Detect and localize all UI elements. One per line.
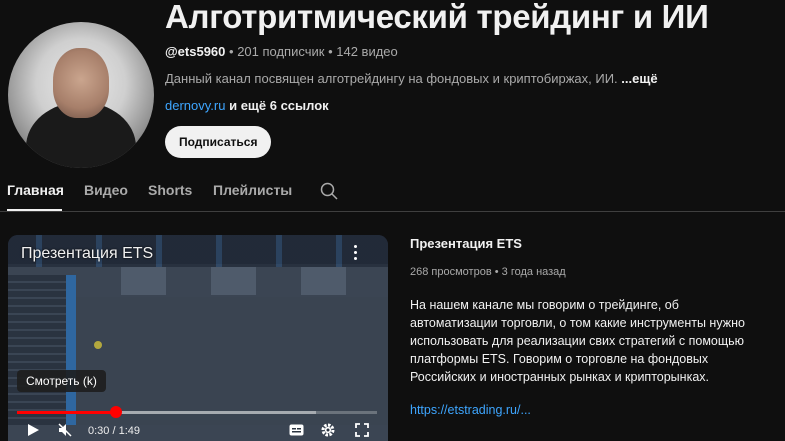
tab-home[interactable]: Главная (7, 182, 64, 198)
description-line: автоматизации торговли, о том какие инст… (410, 316, 745, 330)
description-more[interactable]: ...ещё (621, 71, 657, 86)
video-frame-cursor (94, 341, 102, 349)
channel-title: Алготритмический трейдинг и ИИ (165, 0, 709, 35)
channel-meta: @ets5960 • 201 подписчик • 142 видео (165, 44, 398, 59)
more-options-icon[interactable] (350, 245, 360, 263)
channel-link[interactable]: dernovy.ru (165, 98, 225, 113)
description-text: Данный канал посвящен алготрейдингу на ф… (165, 71, 618, 86)
subtitles-icon[interactable] (289, 423, 304, 437)
search-icon[interactable] (320, 182, 338, 200)
more-links[interactable]: и ещё 6 ссылок (229, 98, 329, 113)
mute-icon[interactable] (58, 423, 72, 437)
meta-separator: • (494, 266, 502, 278)
channel-description[interactable]: Данный канал посвящен алготрейдингу на ф… (165, 71, 658, 86)
description-line: Российских и иностранных рынках и крипто… (410, 370, 709, 384)
video-frame-table (76, 267, 356, 295)
channel-avatar[interactable] (8, 22, 154, 168)
subscriber-count: 201 подписчик (237, 44, 325, 59)
video-player[interactable]: Презентация ETS Смотреть (k) 0:30 / 1:49 (8, 235, 388, 441)
channel-tabs: Главная Видео Shorts Плейлисты (0, 170, 785, 212)
featured-video-title[interactable]: Презентация ETS (410, 236, 522, 251)
play-icon[interactable] (26, 423, 40, 437)
video-frame-panel (8, 275, 66, 425)
channel-handle: @ets5960 (165, 44, 226, 59)
tab-playlists[interactable]: Плейлисты (213, 182, 292, 198)
progress-bar[interactable] (17, 406, 377, 418)
featured-video-meta: 268 просмотров • 3 года назад (410, 266, 566, 278)
featured-video-link[interactable]: https://etstrading.ru/... (410, 403, 531, 417)
video-frame-chart (76, 297, 388, 425)
tab-shorts[interactable]: Shorts (148, 182, 192, 198)
channel-links[interactable]: dernovy.ru и ещё 6 ссылок (165, 98, 329, 113)
play-tooltip: Смотреть (k) (17, 370, 106, 392)
active-tab-indicator (7, 209, 62, 211)
settings-gear-icon[interactable] (321, 423, 335, 437)
player-controls: 0:30 / 1:49 (8, 421, 388, 441)
subscribe-button[interactable]: Подписаться (165, 126, 272, 158)
progress-scrubber[interactable] (110, 406, 122, 418)
upload-age: 3 года назад (501, 266, 566, 278)
player-video-title[interactable]: Презентация ETS (21, 245, 153, 263)
description-line: платформы ETS. Говорим о торговле на фон… (410, 352, 709, 366)
progress-played (17, 411, 116, 414)
description-line: использовать для реализации свих стратег… (410, 334, 745, 348)
video-count: 142 видео (336, 44, 398, 59)
time-display: 0:30 / 1:49 (88, 425, 140, 437)
fullscreen-icon[interactable] (355, 423, 369, 437)
meta-separator: • (328, 44, 337, 59)
description-line: На нашем канале мы говорим о трейдинге, … (410, 298, 679, 312)
tab-videos[interactable]: Видео (84, 182, 128, 198)
meta-separator: • (229, 44, 238, 59)
view-count: 268 просмотров (410, 266, 492, 278)
avatar-face (53, 48, 109, 118)
video-frame-panel-accent (66, 275, 76, 425)
featured-video-description[interactable]: На нашем канале мы говорим о трейдинге, … (410, 296, 780, 386)
